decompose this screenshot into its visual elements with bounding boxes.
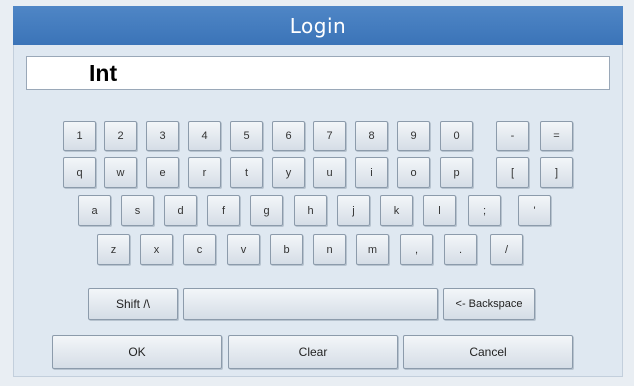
key-4[interactable]: 4 (188, 121, 221, 151)
key-q[interactable]: q (63, 157, 96, 188)
key-j[interactable]: j (337, 195, 370, 226)
key-7[interactable]: 7 (313, 121, 346, 151)
key-e[interactable]: e (146, 157, 179, 188)
key-z[interactable]: z (97, 234, 130, 265)
key-o[interactable]: o (397, 157, 430, 188)
shift-button[interactable]: Shift /\ (88, 288, 178, 320)
key-x[interactable]: x (140, 234, 173, 265)
key-f[interactable]: f (207, 195, 240, 226)
login-input-field[interactable]: Int (26, 56, 610, 90)
key-s[interactable]: s (121, 195, 154, 226)
key-d[interactable]: d (164, 195, 197, 226)
key-i[interactable]: i (355, 157, 388, 188)
key-5[interactable]: 5 (230, 121, 263, 151)
key-9[interactable]: 9 (397, 121, 430, 151)
key-3[interactable]: 3 (146, 121, 179, 151)
cancel-button[interactable]: Cancel (403, 335, 573, 369)
key-k[interactable]: k (380, 195, 413, 226)
key-g[interactable]: g (250, 195, 283, 226)
clear-button[interactable]: Clear (228, 335, 398, 369)
key-v[interactable]: v (227, 234, 260, 265)
key-slash[interactable]: / (490, 234, 523, 265)
key-u[interactable]: u (313, 157, 346, 188)
key-semicolon[interactable]: ; (468, 195, 501, 226)
key-c[interactable]: c (183, 234, 216, 265)
key-comma[interactable]: , (400, 234, 433, 265)
key-y[interactable]: y (272, 157, 305, 188)
key-t[interactable]: t (230, 157, 263, 188)
key-period[interactable]: . (444, 234, 477, 265)
key-1[interactable]: 1 (63, 121, 96, 151)
ok-button[interactable]: OK (52, 335, 222, 369)
space-bar[interactable] (183, 288, 438, 320)
key-0[interactable]: 0 (440, 121, 473, 151)
key-6[interactable]: 6 (272, 121, 305, 151)
window-title: Login (13, 6, 623, 45)
key-l[interactable]: l (423, 195, 456, 226)
key-equals[interactable]: = (540, 121, 573, 151)
key-w[interactable]: w (104, 157, 137, 188)
key-apostrophe[interactable]: ' (518, 195, 551, 226)
key-h[interactable]: h (294, 195, 327, 226)
key-left-bracket[interactable]: [ (496, 157, 529, 188)
key-8[interactable]: 8 (355, 121, 388, 151)
key-n[interactable]: n (313, 234, 346, 265)
key-a[interactable]: a (78, 195, 111, 226)
key-2[interactable]: 2 (104, 121, 137, 151)
backspace-button[interactable]: <- Backspace (443, 288, 535, 320)
key-p[interactable]: p (440, 157, 473, 188)
key-m[interactable]: m (356, 234, 389, 265)
key-right-bracket[interactable]: ] (540, 157, 573, 188)
key-r[interactable]: r (188, 157, 221, 188)
key-minus[interactable]: - (496, 121, 529, 151)
key-b[interactable]: b (270, 234, 303, 265)
